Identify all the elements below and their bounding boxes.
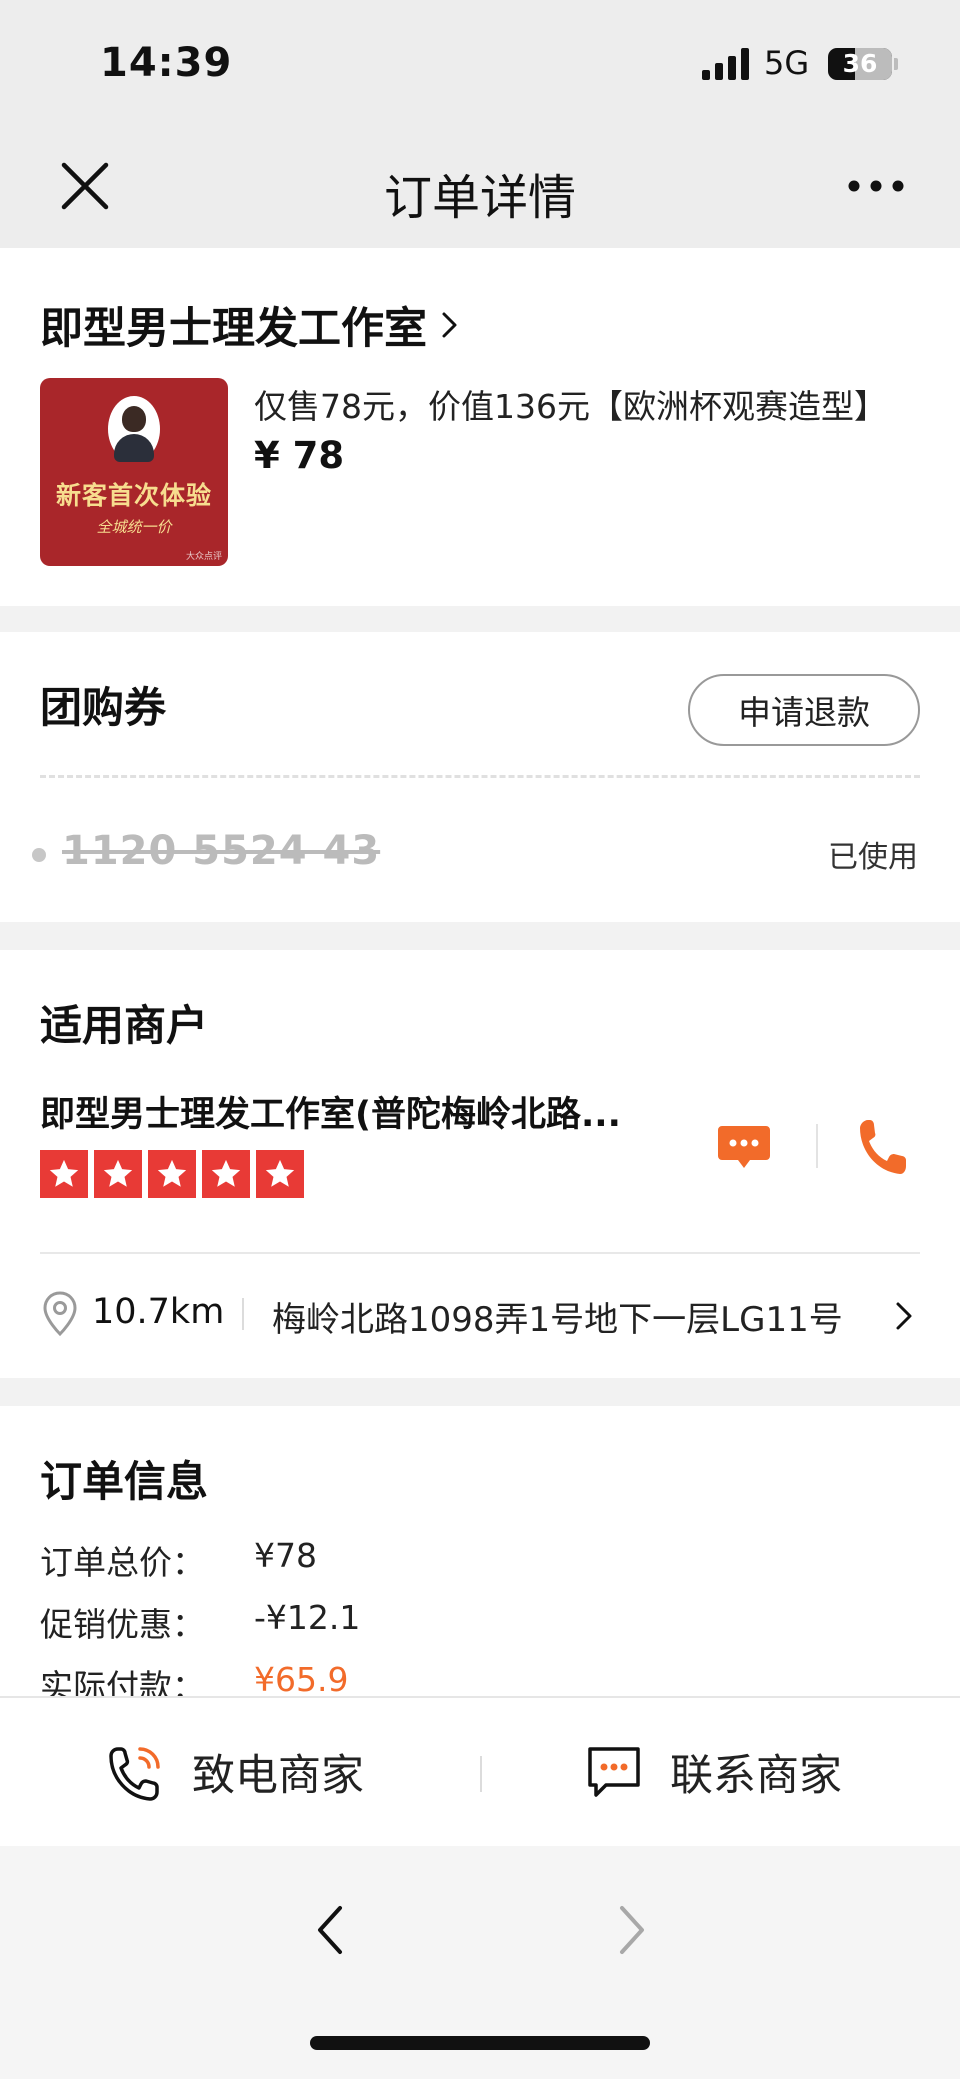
star-icon	[256, 1150, 304, 1198]
bottom-action-bar: 致电商家 联系商家	[0, 1696, 960, 1846]
contact-merchant-label: 联系商家	[670, 1751, 842, 1801]
call-merchant-label: 致电商家	[192, 1751, 364, 1801]
page-title: 订单详情	[383, 170, 576, 226]
order-info-card: 订单信息 订单总价： ¥78 促销优惠： -¥12.1 实际付款： ¥65.9	[0, 1406, 960, 1706]
deal-price: ¥ 78	[254, 434, 345, 477]
portrait-image	[108, 396, 160, 462]
location-pin-icon	[43, 1291, 77, 1337]
browser-toolbar	[0, 1846, 960, 2079]
coupon-status: 已使用	[828, 840, 918, 875]
thumbnail-watermark: 大众点评	[185, 552, 222, 562]
divider	[816, 1124, 818, 1168]
home-indicator	[310, 2036, 650, 2050]
distance: 10.7km	[92, 1292, 225, 1332]
battery-level: 36	[842, 49, 878, 78]
refund-button[interactable]: 申请退款	[688, 674, 920, 746]
signal-icon	[702, 48, 749, 80]
info-label: 订单总价：	[40, 1543, 205, 1582]
network-type: 5G	[764, 44, 810, 82]
deal-thumbnail[interactable]: 新客首次体验 全城统一价 大众点评	[40, 378, 228, 566]
merchant-card: 适用商户 即型男士理发工作室(普陀梅岭北路... 10.7km 梅岭北路1098…	[0, 950, 960, 1378]
coupon-code: 1120 5524 43	[62, 828, 381, 874]
info-value: ¥78	[254, 1536, 317, 1575]
merchant-name[interactable]: 即型男士理发工作室(普陀梅岭北路...	[40, 1086, 621, 1137]
coupon-card: 团购券 申请退款 1120 5524 43 已使用	[0, 632, 960, 922]
forward-arrow-icon[interactable]	[614, 1902, 650, 1958]
contact-merchant-button[interactable]: 联系商家	[584, 1734, 842, 1810]
chevron-right-icon[interactable]	[894, 1300, 914, 1332]
rating-stars	[40, 1150, 310, 1198]
star-icon	[40, 1150, 88, 1198]
merchant-address[interactable]: 梅岭北路1098弄1号地下一层LG11号	[272, 1292, 862, 1341]
phone-icon[interactable]	[856, 1118, 908, 1176]
info-value: -¥12.1	[254, 1598, 361, 1637]
star-icon	[148, 1150, 196, 1198]
message-icon[interactable]	[716, 1122, 772, 1174]
call-merchant-button[interactable]: 致电商家	[106, 1734, 364, 1810]
star-icon	[202, 1150, 250, 1198]
discount-row: 促销优惠： -¥12.1	[40, 1598, 360, 1646]
status-time: 14:39	[100, 40, 233, 86]
star-icon	[94, 1150, 142, 1198]
chat-bubble-icon	[588, 1747, 640, 1797]
coupon-dot	[32, 848, 46, 862]
coupon-title: 团购券	[40, 683, 167, 732]
phone-call-icon	[109, 1747, 160, 1801]
battery-icon: 36	[828, 48, 892, 80]
chevron-right-icon	[442, 312, 457, 338]
merchant-section-title: 适用商户	[40, 1001, 209, 1050]
battery-tip	[894, 58, 898, 70]
thumbnail-sub-text: 全城统一价	[96, 518, 172, 536]
dashed-divider	[40, 775, 920, 778]
deal-card: 即型男士理发工作室 新客首次体验 全城统一价 大众点评 仅售78元，价值136元…	[0, 248, 960, 606]
back-arrow-icon[interactable]	[312, 1902, 348, 1958]
divider	[480, 1756, 482, 1792]
order-total-row: 订单总价： ¥78	[40, 1536, 317, 1584]
deal-description[interactable]: 仅售78元，价值136元【欧洲杯观赛造型】	[254, 380, 914, 428]
thumbnail-main-text: 新客首次体验	[55, 481, 212, 510]
info-label: 促销优惠：	[40, 1605, 205, 1644]
status-bar: 14:39 5G 36	[0, 0, 960, 130]
nav-bar: 订单详情	[0, 130, 960, 248]
order-info-title: 订单信息	[40, 1457, 209, 1506]
shop-name: 即型男士理发工作室	[40, 304, 427, 354]
more-icon[interactable]	[846, 178, 906, 194]
divider	[40, 1252, 920, 1254]
shop-name-link[interactable]: 即型男士理发工作室	[40, 294, 459, 356]
divider	[242, 1298, 244, 1330]
